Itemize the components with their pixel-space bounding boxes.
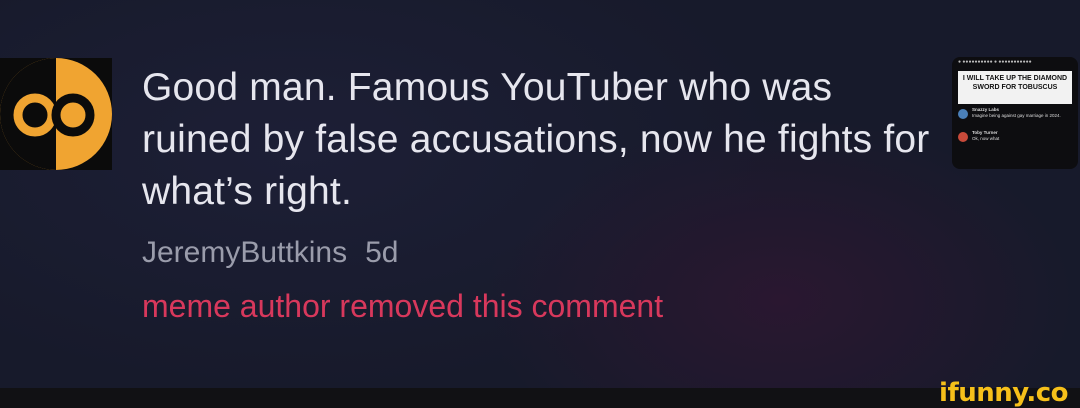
thumbnail-tweet-2: Toby Turner Ok, now what: [958, 130, 1072, 150]
tweet-name: Snazzy Labs: [972, 107, 1000, 112]
thumbnail-banner: I WILL TAKE UP THE DIAMOND SWORD FOR TOB…: [958, 71, 1072, 104]
comment-time: 5d: [365, 236, 399, 269]
watermark-bar: ifunny.co: [0, 378, 1080, 408]
thumbnail-topbar: ● ●●●●●●●●●● ● ●●●●●●●●●●●: [958, 59, 1032, 65]
comment-meta: JeremyButtkins 5d: [142, 236, 932, 270]
tweet-text: Ok, now what: [972, 136, 1000, 141]
tweet-name: Toby Turner: [972, 130, 998, 135]
comment-body: Good man. Famous YouTuber who was ruined…: [142, 62, 932, 325]
author-name[interactable]: JeremyButtkins: [142, 236, 347, 269]
ifunny-logo: ifunny.co: [939, 378, 1068, 408]
tweet-avatar: [958, 109, 968, 119]
comment-card: Good man. Famous YouTuber who was ruined…: [0, 0, 1080, 388]
avatar[interactable]: [0, 58, 112, 170]
tweet-avatar: [958, 132, 968, 142]
removed-notice: meme author removed this comment: [142, 288, 664, 324]
tweet-text: Imagine being against gay marriage in 20…: [972, 113, 1061, 118]
meme-thumbnail[interactable]: ● ●●●●●●●●●● ● ●●●●●●●●●●● I WILL TAKE U…: [952, 57, 1078, 169]
thumbnail-tweet-1: Snazzy Labs Imagine being against gay mar…: [958, 107, 1072, 127]
comment-text: Good man. Famous YouTuber who was ruined…: [142, 66, 930, 213]
